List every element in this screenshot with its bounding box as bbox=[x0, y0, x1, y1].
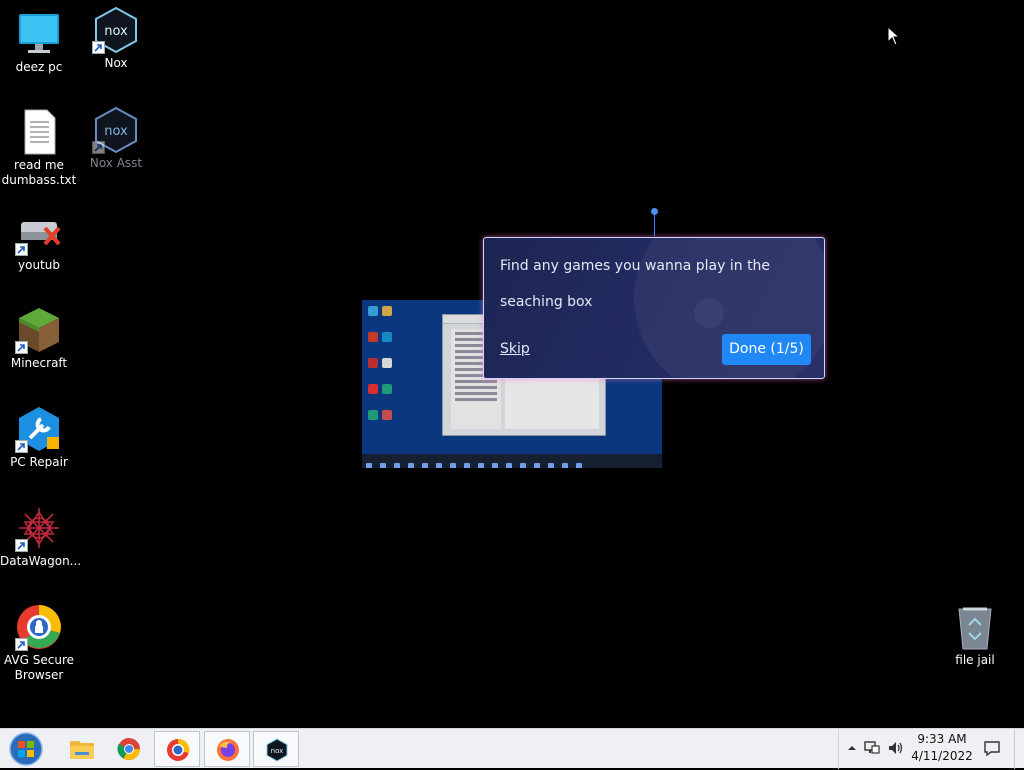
chrome-icon bbox=[117, 737, 141, 761]
shortcut-arrow-icon bbox=[15, 243, 28, 256]
desktop-icon-label: read me dumbass.txt bbox=[1, 158, 77, 187]
desktop-icon-nox[interactable]: nox Nox bbox=[77, 6, 155, 71]
desktop-icon-youtub[interactable]: youtub bbox=[0, 208, 78, 273]
shortcut-arrow-icon bbox=[15, 638, 28, 651]
monitor-icon bbox=[15, 10, 63, 58]
avg-browser-icon bbox=[15, 603, 63, 651]
taskbar-chrome[interactable] bbox=[106, 731, 152, 767]
text-file-icon bbox=[15, 108, 63, 156]
firefox-icon bbox=[216, 738, 240, 762]
desktop-icon-label: Minecraft bbox=[10, 356, 68, 370]
nox-icon: nox bbox=[92, 106, 140, 154]
taskbar-clock[interactable]: 9:33 AM 4/11/2022 bbox=[905, 731, 979, 765]
desktop-icon-label: deez pc bbox=[15, 60, 63, 74]
desktop-icon-label: Nox Asst bbox=[89, 156, 143, 170]
desktop-icon-file-jail[interactable]: file jail bbox=[936, 603, 1014, 668]
taskbar-firefox[interactable] bbox=[204, 731, 250, 767]
tooltip-pointer-line bbox=[654, 214, 655, 236]
show-hidden-icons-chevron-icon[interactable] bbox=[843, 739, 861, 757]
svg-text:nox: nox bbox=[104, 24, 128, 39]
pc-repair-icon bbox=[15, 405, 63, 453]
desktop-icon-deez-pc[interactable]: deez pc bbox=[0, 10, 78, 75]
avg-browser-icon bbox=[166, 738, 190, 762]
tooltip-message: Find any games you wanna play in the sea… bbox=[500, 258, 771, 310]
desktop-icon-label: AVG Secure Browser bbox=[3, 653, 75, 682]
desktop-icon-pc-repair[interactable]: PC Repair bbox=[0, 405, 78, 470]
show-desktop-button[interactable] bbox=[1014, 729, 1024, 769]
desktop-icon-label: PC Repair bbox=[10, 455, 68, 469]
start-button[interactable] bbox=[6, 732, 46, 766]
desktop-icon-readme[interactable]: read me dumbass.txt bbox=[0, 108, 78, 188]
desktop-icon-label: DataWagon... bbox=[0, 554, 82, 568]
taskbar-nox[interactable]: nox bbox=[253, 731, 299, 767]
skip-link[interactable]: Skip bbox=[500, 341, 530, 357]
nox-icon: nox bbox=[92, 6, 140, 54]
svg-text:nox: nox bbox=[104, 124, 128, 139]
shortcut-arrow-icon bbox=[15, 341, 28, 354]
svg-text:nox: nox bbox=[271, 747, 284, 755]
desktop-icon-label: youtub bbox=[18, 258, 60, 272]
shortcut-arrow-icon bbox=[15, 440, 28, 453]
nox-icon: nox bbox=[265, 738, 289, 762]
clock-date: 4/11/2022 bbox=[911, 749, 973, 763]
desktop-icon-datawagon[interactable]: DataWagon... bbox=[0, 504, 82, 569]
taskbar-avg-browser[interactable] bbox=[154, 731, 200, 767]
notifications-icon[interactable] bbox=[983, 739, 1001, 757]
network-icon[interactable] bbox=[863, 739, 881, 757]
taskbar: nox 9:33 AM 4/11/2022 bbox=[0, 728, 1024, 769]
folder-icon bbox=[69, 737, 94, 761]
windows-orb-icon bbox=[9, 732, 43, 766]
datawagon-icon bbox=[15, 504, 63, 552]
shortcut-arrow-icon bbox=[15, 539, 28, 552]
desktop-icon-nox-asst[interactable]: nox Nox Asst bbox=[77, 106, 155, 171]
system-tray: 9:33 AM 4/11/2022 bbox=[838, 729, 1024, 769]
shortcut-arrow-icon bbox=[92, 41, 105, 54]
desktop-icon-avg-browser[interactable]: AVG Secure Browser bbox=[0, 603, 78, 683]
done-button[interactable]: Done (1/5) bbox=[722, 334, 811, 365]
desktop-icon-minecraft[interactable]: Minecraft bbox=[0, 306, 78, 371]
tutorial-tooltip: Find any games you wanna play in the sea… bbox=[483, 237, 825, 379]
drive-error-icon bbox=[15, 208, 63, 256]
clock-time: 9:33 AM bbox=[917, 732, 967, 746]
desktop-icon-label: Nox bbox=[104, 56, 128, 70]
minecraft-icon bbox=[15, 306, 63, 354]
shortcut-arrow-icon bbox=[92, 141, 105, 154]
desktop-icon-label: file jail bbox=[955, 653, 995, 667]
mouse-cursor-icon bbox=[887, 25, 901, 50]
taskbar-file-explorer[interactable] bbox=[58, 731, 104, 767]
recycle-bin-icon bbox=[951, 603, 999, 651]
volume-icon[interactable] bbox=[887, 739, 905, 757]
